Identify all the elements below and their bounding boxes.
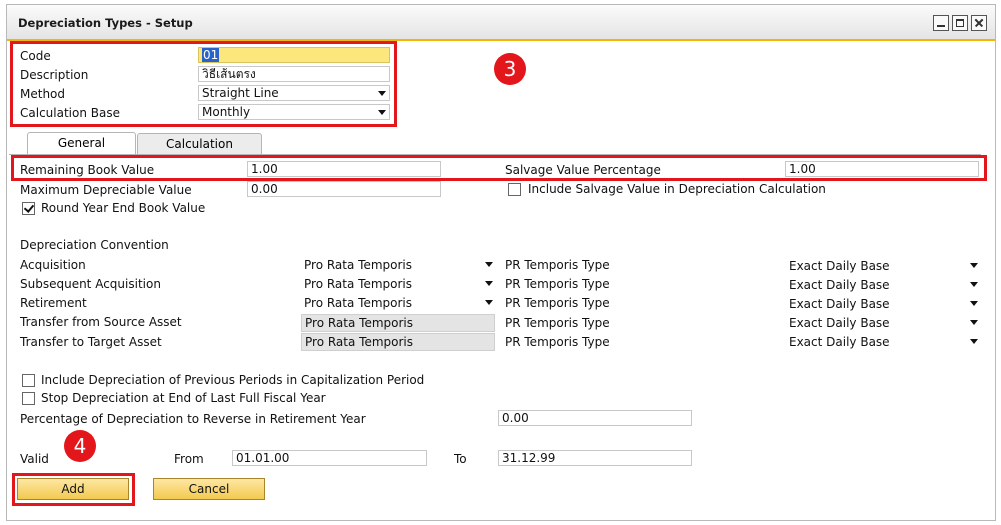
pr-type-retirement-dropdown[interactable]: Exact Daily Base [786,296,981,312]
convention-subsequent-value: Pro Rata Temporis [304,277,412,291]
step-badge-4: 4 [64,430,96,462]
step-badge-3: 3 [494,53,526,85]
pr-type-label: PR Temporis Type [505,335,610,349]
tab-calculation-label: Calculation [166,137,233,151]
window-title: Depreciation Types - Setup [18,16,193,30]
highlight-header-fields [10,41,397,127]
minimize-icon[interactable] [933,15,949,31]
from-date-field[interactable]: 01.01.00 [232,450,427,466]
pr-type-label: PR Temporis Type [505,316,610,330]
tab-general-label: General [57,136,106,150]
reverse-pct-label: Percentage of Depreciation to Reverse in… [20,412,366,426]
tab-general[interactable]: General [27,132,136,155]
from-label: From [174,452,204,466]
title-bar: Depreciation Types - Setup [7,5,995,41]
round-year-end-checkbox[interactable] [22,202,35,215]
pr-type-label: PR Temporis Type [505,258,610,272]
convention-heading: Depreciation Convention [20,238,169,252]
pr-type-transfer-source-value: Exact Daily Base [789,316,890,330]
pr-type-retirement-value: Exact Daily Base [789,297,890,311]
chevron-down-icon[interactable] [485,300,493,305]
convention-acquisition-label: Acquisition [20,258,86,272]
tab-calculation[interactable]: Calculation [137,133,262,155]
convention-subsequent-label: Subsequent Acquisition [20,277,161,291]
include-salvage-checkbox[interactable] [508,183,521,196]
to-date-field[interactable]: 31.12.99 [498,450,692,466]
close-icon[interactable] [971,15,987,31]
pr-type-transfer-source-dropdown[interactable]: Exact Daily Base [786,315,981,331]
convention-subsequent-dropdown[interactable]: Pro Rata Temporis [301,276,496,292]
convention-acquisition-dropdown[interactable]: Pro Rata Temporis [301,257,496,273]
stop-depreciation-label: Stop Depreciation at End of Last Full Fi… [41,391,326,405]
convention-transfer-target-label: Transfer to Target Asset [20,335,162,349]
convention-retirement-label: Retirement [20,296,87,310]
chevron-down-icon[interactable] [970,320,978,325]
highlight-value-row [11,155,987,181]
round-year-end-label: Round Year End Book Value [41,201,206,215]
max-depreciable-label: Maximum Depreciable Value [20,183,192,197]
stop-depreciation-checkbox[interactable] [22,392,35,405]
include-salvage-label: Include Salvage Value in Depreciation Ca… [528,182,826,196]
pr-type-transfer-target-value: Exact Daily Base [789,335,890,349]
chevron-down-icon[interactable] [970,339,978,344]
chevron-down-icon[interactable] [970,263,978,268]
pr-type-subsequent-value: Exact Daily Base [789,278,890,292]
include-prev-periods-label: Include Depreciation of Previous Periods… [41,373,425,387]
maximize-icon[interactable] [952,15,968,31]
pr-type-label: PR Temporis Type [505,277,610,291]
convention-retirement-value: Pro Rata Temporis [304,296,412,310]
pr-type-subsequent-dropdown[interactable]: Exact Daily Base [786,277,981,293]
reverse-pct-field[interactable]: 0.00 [498,410,692,426]
pr-type-label: PR Temporis Type [505,296,610,310]
chevron-down-icon[interactable] [485,281,493,286]
convention-acquisition-value: Pro Rata Temporis [304,258,412,272]
convention-transfer-target-field: Pro Rata Temporis [301,333,495,351]
chevron-down-icon[interactable] [970,301,978,306]
valid-label: Valid [20,452,49,466]
convention-retirement-dropdown[interactable]: Pro Rata Temporis [301,295,496,311]
to-label: To [454,452,467,466]
max-depreciable-field[interactable]: 0.00 [247,181,441,197]
convention-transfer-source-label: Transfer from Source Asset [20,315,182,329]
chevron-down-icon[interactable] [485,262,493,267]
chevron-down-icon[interactable] [970,282,978,287]
pr-type-acquisition-dropdown[interactable]: Exact Daily Base [786,258,981,274]
pr-type-acquisition-value: Exact Daily Base [789,259,890,273]
highlight-add-button [12,473,135,506]
convention-transfer-source-field: Pro Rata Temporis [301,314,495,332]
include-prev-periods-checkbox[interactable] [22,374,35,387]
pr-type-transfer-target-dropdown[interactable]: Exact Daily Base [786,334,981,350]
cancel-button[interactable]: Cancel [153,478,265,500]
